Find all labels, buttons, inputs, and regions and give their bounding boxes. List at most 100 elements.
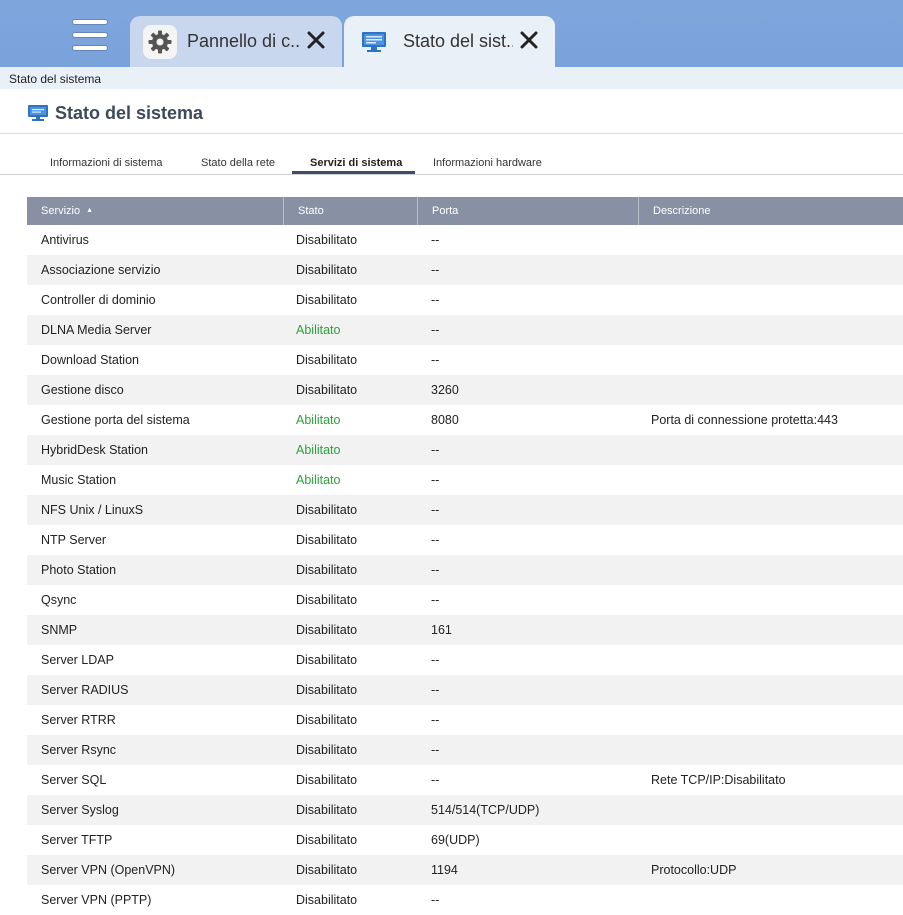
description-cell: Porta di connessione protetta:443 — [651, 413, 838, 427]
tab-system-info[interactable]: Informazioni di sistema — [50, 157, 163, 169]
table-row[interactable]: Server RTRR Disabilitato -- — [27, 705, 903, 735]
port-cell: -- — [431, 233, 440, 247]
menu-line — [73, 32, 107, 37]
table-row[interactable]: SNMP Disabilitato 161 — [27, 615, 903, 645]
status-cell: Disabilitato — [296, 863, 358, 877]
service-cell: Server RADIUS — [41, 683, 129, 697]
status-cell: Disabilitato — [296, 233, 358, 247]
status-cell: Abilitato — [296, 443, 341, 457]
close-icon[interactable] — [519, 30, 539, 50]
status-cell: Disabilitato — [296, 683, 358, 697]
service-cell: Server VPN (OpenVPN) — [41, 863, 176, 877]
port-cell: -- — [431, 743, 440, 757]
port-cell: -- — [431, 773, 440, 787]
table-row[interactable]: Photo Station Disabilitato -- — [27, 555, 903, 585]
status-cell: Disabilitato — [296, 593, 358, 607]
table-row[interactable]: DLNA Media Server Abilitato -- — [27, 315, 903, 345]
services-table: Servizio ▲ Stato Porta Descrizione Antivi… — [27, 197, 903, 915]
table-row[interactable]: Server Rsync Disabilitato -- — [27, 735, 903, 765]
table-row[interactable]: NTP Server Disabilitato -- — [27, 525, 903, 555]
port-cell: 161 — [431, 623, 452, 637]
table-row[interactable]: Server TFTP Disabilitato 69(UDP) — [27, 825, 903, 855]
table-row[interactable]: Gestione porta del sistema Abilitato 8080 P… — [27, 405, 903, 435]
table-row[interactable]: Controller di dominio Disabilitato -- — [27, 285, 903, 315]
tab-network-status[interactable]: Stato della rete — [201, 157, 275, 169]
service-cell: Server SQL — [41, 773, 107, 787]
service-cell: Associazione servizio — [41, 263, 161, 277]
table-row[interactable]: Associazione servizio Disabilitato -- — [27, 255, 903, 285]
column-header-label: Porta — [432, 205, 459, 217]
subtab-bar: Informazioni di sistema Stato della rete… — [0, 152, 903, 175]
monitor-icon — [27, 104, 49, 127]
port-cell: -- — [431, 713, 440, 727]
service-cell: HybridDesk Station — [41, 443, 148, 457]
service-cell: Photo Station — [41, 563, 117, 577]
tab-label: Stato del sist... — [403, 31, 513, 51]
page-header: Stato del sistema — [0, 89, 903, 134]
status-cell: Disabilitato — [296, 713, 358, 727]
status-cell: Disabilitato — [296, 293, 358, 307]
port-cell: 1194 — [431, 863, 458, 877]
table-row[interactable]: Antivirus Disabilitato -- — [27, 225, 903, 255]
table-row[interactable]: Server VPN (PPTP) Disabilitato -- — [27, 885, 903, 915]
column-header-port[interactable]: Porta — [418, 197, 639, 225]
port-cell: -- — [431, 533, 440, 547]
tab-hardware-info[interactable]: Informazioni hardware — [433, 157, 542, 169]
close-icon[interactable] — [306, 30, 326, 50]
status-cell: Disabilitato — [296, 653, 358, 667]
service-cell: Server TFTP — [41, 833, 113, 847]
status-cell: Abilitato — [296, 473, 341, 487]
port-cell: -- — [431, 323, 440, 337]
service-cell: DLNA Media Server — [41, 323, 152, 337]
port-cell: -- — [431, 563, 440, 577]
port-cell: -- — [431, 503, 440, 517]
table-row[interactable]: Server VPN (OpenVPN) Disabilitato 1194 Prot… — [27, 855, 903, 885]
service-cell: NTP Server — [41, 533, 107, 547]
status-cell: Disabilitato — [296, 533, 358, 547]
port-cell: -- — [431, 473, 440, 487]
tab-system-services[interactable]: Servizi di sistema — [310, 157, 402, 169]
service-cell: Qsync — [41, 593, 77, 607]
description-cell: Rete TCP/IP:Disabilitato — [651, 773, 786, 787]
active-tab-indicator — [292, 171, 415, 174]
service-cell: Gestione disco — [41, 383, 124, 397]
service-cell: Antivirus — [41, 233, 89, 247]
table-row[interactable]: NFS Unix / LinuxS Disabilitato -- — [27, 495, 903, 525]
table-row[interactable]: HybridDesk Station Abilitato -- — [27, 435, 903, 465]
status-cell: Disabilitato — [296, 263, 358, 277]
column-header-label: Descrizione — [653, 205, 711, 217]
tab-system-status[interactable]: Stato del sist... — [344, 16, 555, 67]
table-row[interactable]: Music Station Abilitato -- — [27, 465, 903, 495]
status-cell: Disabilitato — [296, 353, 358, 367]
table-row[interactable]: Server RADIUS Disabilitato -- — [27, 675, 903, 705]
status-cell: Abilitato — [296, 323, 341, 337]
sort-ascending-icon: ▲ — [86, 207, 94, 214]
tab-label: Pannello di c... — [187, 31, 299, 51]
monitor-icon — [357, 25, 391, 59]
port-cell: 514/514(TCP/UDP) — [431, 803, 540, 817]
service-cell: Server RTRR — [41, 713, 116, 727]
service-cell: Music Station — [41, 473, 117, 487]
port-cell: -- — [431, 593, 440, 607]
tab-control-panel[interactable]: Pannello di c... — [130, 16, 342, 67]
port-cell: -- — [431, 353, 440, 367]
table-row[interactable]: Server LDAP Disabilitato -- — [27, 645, 903, 675]
table-row[interactable]: Server Syslog Disabilitato 514/514(TCP/UDP… — [27, 795, 903, 825]
column-header-service[interactable]: Servizio ▲ — [27, 197, 284, 225]
port-cell: 8080 — [431, 413, 459, 427]
service-cell: Server Syslog — [41, 803, 119, 817]
table-row[interactable]: Gestione disco Disabilitato 3260 — [27, 375, 903, 405]
table-row[interactable]: Qsync Disabilitato -- — [27, 585, 903, 615]
port-cell: -- — [431, 653, 440, 667]
service-cell: NFS Unix / LinuxS — [41, 503, 144, 517]
main-menu-icon[interactable] — [52, 2, 128, 67]
status-cell: Disabilitato — [296, 383, 358, 397]
table-row[interactable]: Server SQL Disabilitato -- Rete TCP/IP:Disa… — [27, 765, 903, 795]
port-cell: 69(UDP) — [431, 833, 480, 847]
column-header-description[interactable]: Descrizione — [639, 197, 903, 225]
column-header-status[interactable]: Stato — [284, 197, 418, 225]
table-row[interactable]: Download Station Disabilitato -- — [27, 345, 903, 375]
status-cell: Disabilitato — [296, 623, 358, 637]
port-cell: -- — [431, 263, 440, 277]
status-cell: Disabilitato — [296, 563, 358, 577]
